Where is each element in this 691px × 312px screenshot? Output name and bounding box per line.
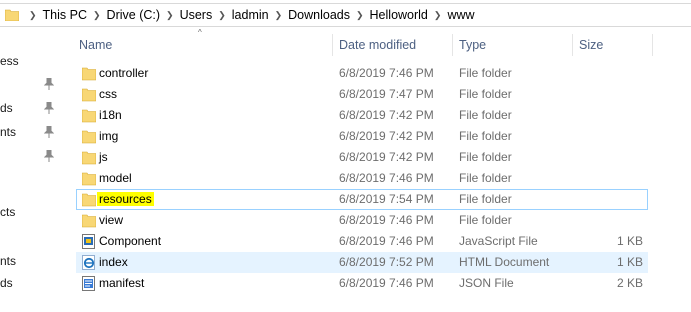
nav-item-label[interactable]: nts xyxy=(0,254,16,268)
breadcrumb-ladmin[interactable]: ladmin xyxy=(232,8,269,22)
file-date: 6/8/2019 7:47 PM xyxy=(339,87,434,101)
chevron-right-icon[interactable]: ❯ xyxy=(166,10,174,21)
folder-icon xyxy=(81,108,97,123)
file-type: File folder xyxy=(459,192,512,206)
nav-item-label[interactable]: ds xyxy=(0,101,13,115)
file-row-resources[interactable]: resources 6/8/2019 7:54 PM File folder xyxy=(76,189,648,210)
folder-icon xyxy=(81,213,97,228)
nav-item-label[interactable]: ess xyxy=(0,54,19,68)
file-type: File folder xyxy=(459,213,512,227)
folder-icon xyxy=(81,129,97,144)
file-date: 6/8/2019 7:46 PM xyxy=(339,234,434,248)
highlighted-name: resources xyxy=(97,192,154,206)
file-size: 1 KB xyxy=(616,234,643,248)
chevron-right-icon[interactable]: ❯ xyxy=(434,10,442,21)
file-name: index xyxy=(99,255,128,269)
file-name: Component xyxy=(99,234,162,248)
breadcrumb-this-pc[interactable]: This PC xyxy=(43,8,87,22)
column-divider[interactable] xyxy=(652,34,653,56)
file-type: File folder xyxy=(459,108,512,122)
file-name: controller xyxy=(99,66,149,80)
file-row-controller[interactable]: controller 6/8/2019 7:46 PM File folder xyxy=(76,63,648,84)
column-divider[interactable] xyxy=(332,34,333,56)
file-name: manifest xyxy=(99,276,145,290)
file-size: 2 KB xyxy=(616,276,643,290)
column-divider[interactable] xyxy=(452,34,453,56)
file-date: 6/8/2019 7:46 PM xyxy=(339,171,434,185)
file-type: JavaScript File xyxy=(459,234,538,248)
file-date: 6/8/2019 7:54 PM xyxy=(339,192,434,206)
nav-item-label[interactable]: ds xyxy=(0,276,13,290)
folder-icon xyxy=(81,87,97,102)
folder-icon xyxy=(81,171,97,186)
column-date-modified[interactable]: Date modified xyxy=(339,32,416,58)
breadcrumb-www[interactable]: www xyxy=(447,8,474,22)
nav-item-label[interactable]: cts xyxy=(0,205,15,219)
file-type: File folder xyxy=(459,150,512,164)
file-type: File folder xyxy=(459,129,512,143)
address-bar[interactable]: ❯ This PC ❯ Drive (C:) ❯ Users ❯ ladmin … xyxy=(0,3,691,27)
file-row-img[interactable]: img 6/8/2019 7:42 PM File folder xyxy=(76,126,648,147)
breadcrumb-users[interactable]: Users xyxy=(180,8,213,22)
nav-item-label[interactable]: nts xyxy=(0,125,16,139)
file-row-i18n[interactable]: i18n 6/8/2019 7:42 PM File folder xyxy=(76,105,648,126)
file-name: i18n xyxy=(99,108,122,122)
chevron-right-icon[interactable]: ❯ xyxy=(275,10,283,21)
file-name: resources xyxy=(97,190,154,209)
column-name[interactable]: Name xyxy=(79,32,112,58)
chevron-right-icon[interactable]: ❯ xyxy=(93,10,101,21)
file-date: 6/8/2019 7:46 PM xyxy=(339,213,434,227)
navigation-pane: ess ds nts cts nts ds xyxy=(0,30,60,312)
file-date: 6/8/2019 7:42 PM xyxy=(339,150,434,164)
file-name: model xyxy=(99,171,132,185)
file-date: 6/8/2019 7:52 PM xyxy=(339,255,434,269)
javascript-file-icon xyxy=(82,234,96,249)
file-type: File folder xyxy=(459,66,512,80)
file-name: img xyxy=(99,129,119,143)
file-type: File folder xyxy=(459,171,512,185)
file-size: 1 KB xyxy=(616,255,643,269)
html-file-icon xyxy=(82,255,96,270)
column-divider[interactable] xyxy=(572,34,573,56)
breadcrumb-downloads[interactable]: Downloads xyxy=(288,8,350,22)
file-row-model[interactable]: model 6/8/2019 7:46 PM File folder xyxy=(76,168,648,189)
file-type: HTML Document xyxy=(459,255,550,269)
folder-icon xyxy=(4,9,20,22)
sort-ascending-icon: ^ xyxy=(198,28,202,37)
file-row-manifest[interactable]: manifest 6/8/2019 7:46 PM JSON File 2 KB xyxy=(76,273,648,294)
file-name: view xyxy=(99,213,124,227)
file-date: 6/8/2019 7:46 PM xyxy=(339,66,434,80)
file-row-index[interactable]: index 6/8/2019 7:52 PM HTML Document 1 K… xyxy=(76,252,648,273)
pin-icon[interactable] xyxy=(43,125,55,138)
chevron-right-icon[interactable]: ❯ xyxy=(29,10,37,21)
file-name: js xyxy=(99,150,108,164)
chevron-right-icon[interactable]: ❯ xyxy=(218,10,226,21)
file-date: 6/8/2019 7:42 PM xyxy=(339,129,434,143)
pin-icon[interactable] xyxy=(43,149,55,162)
file-row-component[interactable]: Component 6/8/2019 7:46 PM JavaScript Fi… xyxy=(76,231,648,252)
file-date: 6/8/2019 7:42 PM xyxy=(339,108,434,122)
column-header: ^ Name Date modified Type Size xyxy=(76,28,654,58)
folder-icon xyxy=(81,192,97,207)
file-row-css[interactable]: css 6/8/2019 7:47 PM File folder xyxy=(76,84,648,105)
folder-icon xyxy=(81,66,97,81)
breadcrumb-helloworld[interactable]: Helloworld xyxy=(370,8,428,22)
breadcrumb-drive-c[interactable]: Drive (C:) xyxy=(107,8,160,22)
file-name: css xyxy=(99,87,117,101)
file-row-view[interactable]: view 6/8/2019 7:46 PM File folder xyxy=(76,210,648,231)
chevron-right-icon[interactable]: ❯ xyxy=(356,10,364,21)
file-date: 6/8/2019 7:46 PM xyxy=(339,276,434,290)
column-size[interactable]: Size xyxy=(579,32,603,58)
file-type: JSON File xyxy=(459,276,514,290)
file-row-js[interactable]: js 6/8/2019 7:42 PM File folder xyxy=(76,147,648,168)
column-type[interactable]: Type xyxy=(459,32,486,58)
folder-icon xyxy=(81,150,97,165)
pin-icon[interactable] xyxy=(43,77,55,90)
pin-icon[interactable] xyxy=(43,101,55,114)
json-file-icon xyxy=(82,276,96,291)
file-type: File folder xyxy=(459,87,512,101)
